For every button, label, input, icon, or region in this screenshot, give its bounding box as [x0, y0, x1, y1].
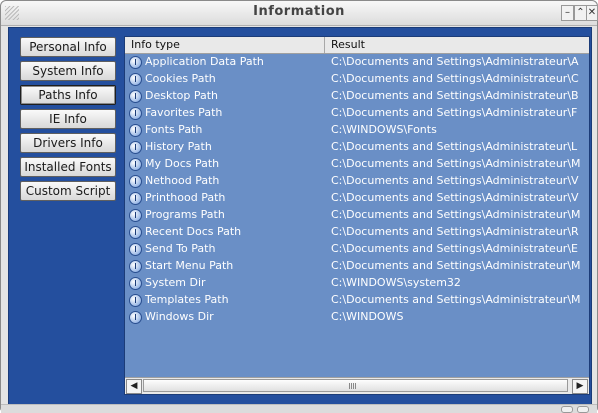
info-type-cell: Templates Path [145, 293, 229, 306]
info-icon [129, 294, 142, 307]
list-item[interactable]: Nethood Path C:\Documents and Settings\Ad… [125, 173, 589, 190]
info-icon [129, 243, 142, 256]
info-icon [129, 90, 142, 103]
info-icon [129, 209, 142, 222]
info-icon [129, 226, 142, 239]
result-cell: C:\Documents and Settings\Administrateur… [331, 72, 579, 85]
custom-script-button[interactable]: Custom Script [20, 181, 116, 201]
info-type-cell: History Path [145, 140, 212, 153]
drivers-info-button[interactable]: Drivers Info [20, 133, 116, 153]
info-type-cell: Windows Dir [145, 310, 214, 323]
info-type-cell: Send To Path [145, 242, 216, 255]
horizontal-scrollbar[interactable]: ◀ ▶ [125, 377, 589, 394]
grip-icon [349, 383, 357, 389]
result-cell: C:\WINDOWS [331, 310, 404, 323]
column-header-info-type[interactable]: Info type [125, 37, 325, 53]
result-cell: C:\Documents and Settings\Administrateur… [331, 106, 578, 119]
info-icon [129, 158, 142, 171]
info-type-cell: Programs Path [145, 208, 225, 221]
result-cell: C:\Documents and Settings\Administrateur… [331, 242, 578, 255]
scroll-left-button[interactable]: ◀ [126, 379, 142, 394]
result-cell: C:\Documents and Settings\Administrateur… [331, 157, 581, 170]
list-rows: Application Data Path C:\Documents and Se… [125, 54, 589, 376]
info-icon [129, 124, 142, 137]
client-area: Personal Info System Info Paths Info IE Inf… [8, 27, 592, 405]
list-item[interactable]: History Path C:\Documents and Settings\Ad… [125, 139, 589, 156]
info-type-cell: Start Menu Path [145, 259, 234, 272]
installed-fonts-button[interactable]: Installed Fonts [20, 157, 116, 177]
info-icon [129, 107, 142, 120]
info-type-cell: Fonts Path [145, 123, 203, 136]
result-cell: C:\Documents and Settings\Administrateur… [331, 55, 579, 68]
list-item[interactable]: Send To Path C:\Documents and Settings\Ad… [125, 241, 589, 258]
list-item[interactable]: My Docs Path C:\Documents and Settings\Ad… [125, 156, 589, 173]
result-cell: C:\Documents and Settings\Administrateur… [331, 225, 579, 238]
list-item[interactable]: Favorites Path C:\Documents and Settings\… [125, 105, 589, 122]
info-icon [129, 141, 142, 154]
close-icon[interactable]: ✕ [586, 5, 598, 21]
result-cell: C:\Documents and Settings\Administrateur… [331, 259, 581, 272]
result-cell: C:\Documents and Settings\Administrateur… [331, 208, 581, 221]
list-header: Info type Result [125, 37, 589, 54]
personal-info-button[interactable]: Personal Info [20, 37, 116, 57]
scroll-right-button[interactable]: ▶ [572, 379, 588, 394]
info-type-cell: Recent Docs Path [145, 225, 242, 238]
info-icon [129, 73, 142, 86]
info-icon [129, 56, 142, 69]
system-info-button[interactable]: System Info [20, 61, 116, 81]
info-type-cell: Printhood Path [145, 191, 226, 204]
info-type-cell: System Dir [145, 276, 206, 289]
info-type-cell: Application Data Path [145, 55, 264, 68]
list-item[interactable]: Programs Path C:\Documents and Settings\A… [125, 207, 589, 224]
info-icon [129, 192, 142, 205]
info-type-cell: My Docs Path [145, 157, 220, 170]
window-title: Information [253, 4, 345, 19]
result-cell: C:\Documents and Settings\Administrateur… [331, 191, 579, 204]
result-cell: C:\WINDOWS\Fonts [331, 123, 437, 136]
list-item[interactable]: Application Data Path C:\Documents and Se… [125, 54, 589, 71]
result-cell: C:\Documents and Settings\Administrateur… [331, 174, 579, 187]
column-header-result[interactable]: Result [325, 37, 589, 53]
list-item[interactable]: Windows Dir C:\WINDOWS [125, 309, 589, 326]
info-icon [129, 175, 142, 188]
info-icon [129, 260, 142, 273]
result-cell: C:\Documents and Settings\Administrateur… [331, 293, 581, 306]
list-item[interactable]: Cookies Path C:\Documents and Settings\Ad… [125, 71, 589, 88]
info-type-cell: Cookies Path [145, 72, 216, 85]
info-list: Info type Result Application Data Path C:… [124, 36, 590, 395]
list-item[interactable]: Desktop Path C:\Documents and Settings\Ad… [125, 88, 589, 105]
ie-info-button[interactable]: IE Info [20, 109, 116, 129]
result-cell: C:\Documents and Settings\Administrateur… [331, 89, 579, 102]
list-item[interactable]: System Dir C:\WINDOWS\system32 [125, 275, 589, 292]
title-bar[interactable]: Information – ⌃ ✕ [1, 1, 598, 26]
shade-button[interactable]: – [561, 5, 574, 21]
info-type-cell: Nethood Path [145, 174, 220, 187]
list-item[interactable]: Templates Path C:\Documents and Settings\… [125, 292, 589, 309]
result-cell: C:\WINDOWS\system32 [331, 276, 461, 289]
info-type-cell: Desktop Path [145, 89, 219, 102]
info-type-cell: Favorites Path [145, 106, 223, 119]
info-icon [129, 277, 142, 290]
result-cell: C:\Documents and Settings\Administrateur… [331, 140, 578, 153]
list-item[interactable]: Recent Docs Path C:\Documents and Setting… [125, 224, 589, 241]
list-item[interactable]: Start Menu Path C:\Documents and Settings… [125, 258, 589, 275]
paths-info-button[interactable]: Paths Info [20, 85, 116, 105]
scroll-thumb[interactable] [143, 379, 568, 392]
info-icon [129, 311, 142, 324]
list-item[interactable]: Fonts Path C:\WINDOWS\Fonts [125, 122, 589, 139]
list-item[interactable]: Printhood Path C:\Documents and Settings\… [125, 190, 589, 207]
information-window: Information – ⌃ ✕ Personal Info System In… [0, 0, 598, 413]
